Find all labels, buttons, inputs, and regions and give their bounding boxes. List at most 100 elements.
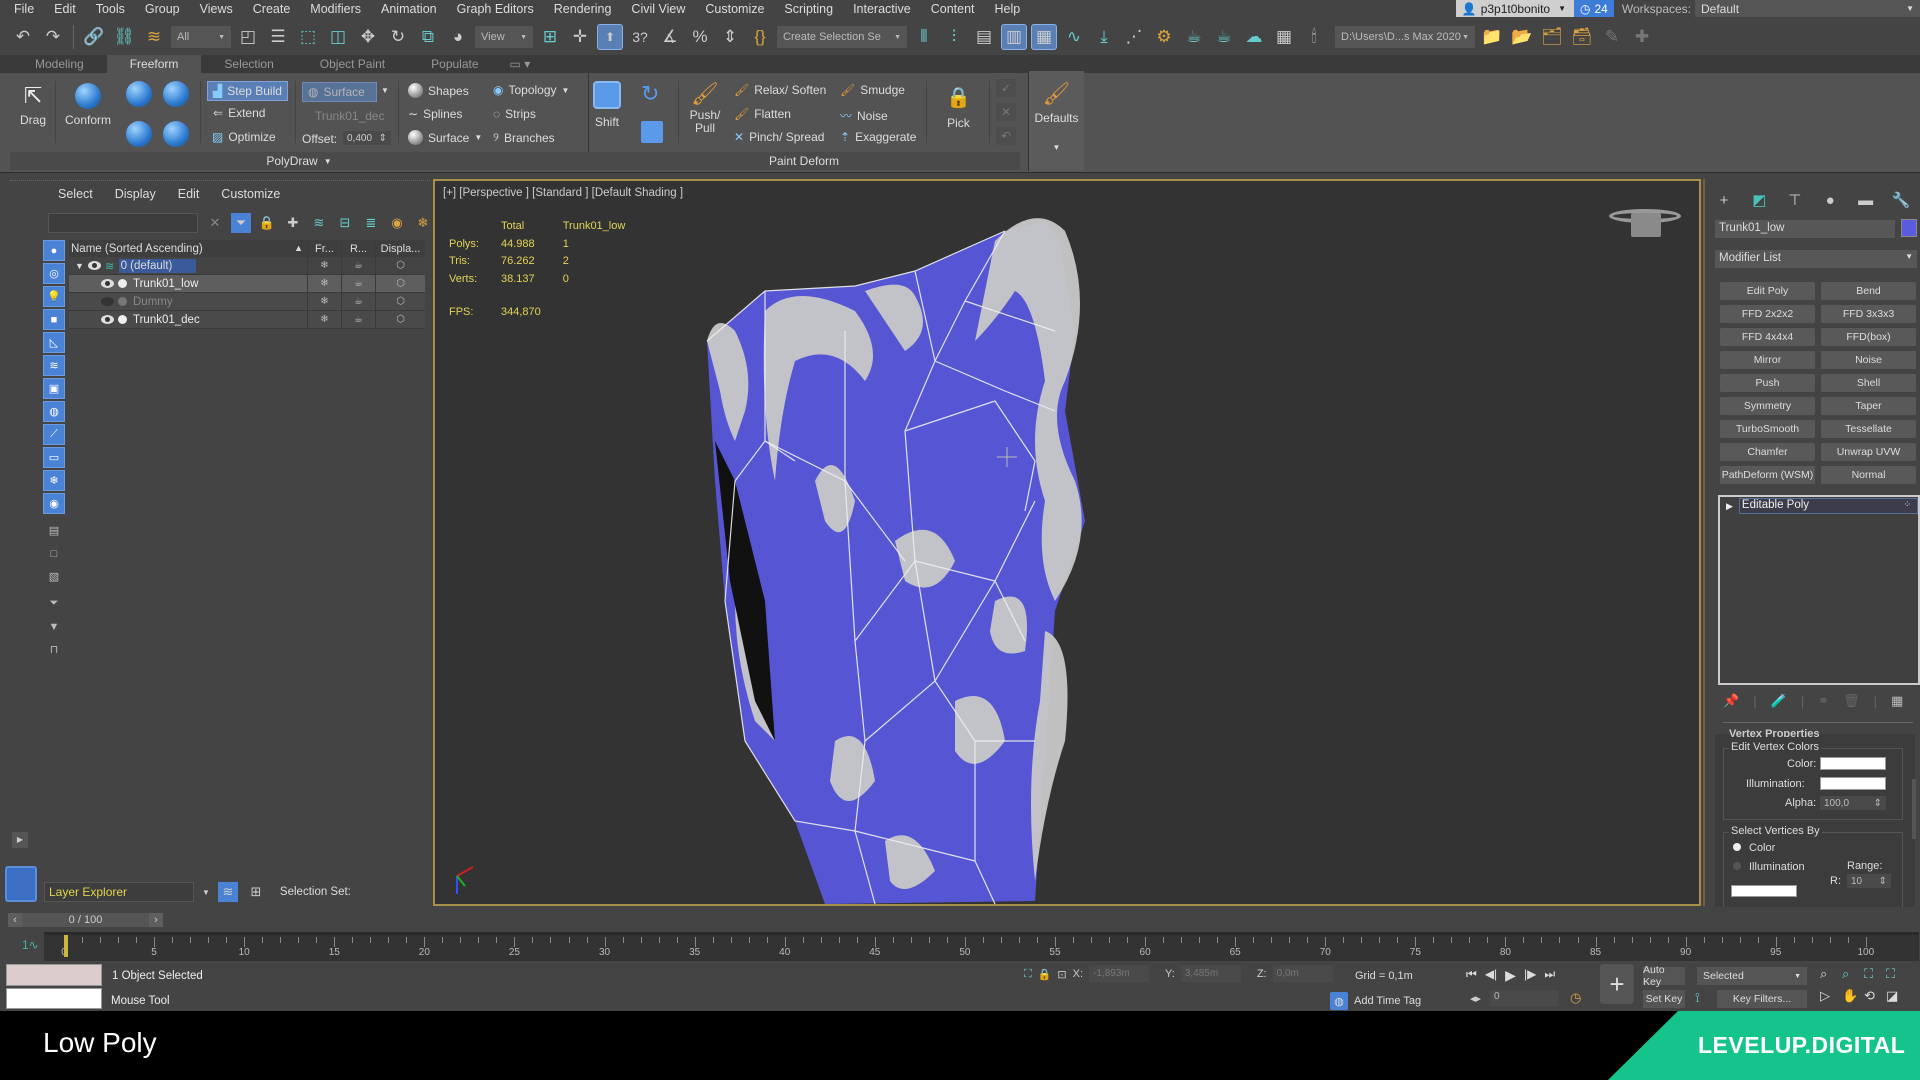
shift-scale-button[interactable] [641,121,663,143]
optimize-button[interactable]: ▨ Optimize [212,130,276,144]
render-toggle[interactable]: ☕ [341,275,375,292]
unlink-button[interactable]: ⛓ [111,24,137,50]
conform-button[interactable]: Conform [65,83,111,127]
offset-spinner[interactable]: 0,400 ⇕ [343,131,391,145]
perspective-viewport[interactable]: [+] [Perspective ] [Standard ] [Default … [433,179,1701,906]
display-all-button[interactable]: ▤ [43,520,65,541]
surface-pick-button[interactable]: ◍ Surface [302,82,377,102]
menu-modifiers[interactable]: Modifiers [300,2,371,16]
drag-button[interactable]: ⇱ Drag [20,83,46,127]
percent-snap-button[interactable]: % [687,24,713,50]
pan-view-button[interactable]: ✋ [1842,988,1864,1004]
shapes-button[interactable]: Shapes [408,83,469,98]
menu-help[interactable]: Help [985,2,1031,16]
maximize-viewport-button[interactable]: ◪ [1886,988,1908,1004]
tab-populate[interactable]: Populate [408,55,501,73]
pinch-spread-button[interactable]: ✕ Pinch/ Spread [734,130,824,144]
modifier-button[interactable]: Push [1720,374,1815,392]
field-of-view-button[interactable]: ▷ [1820,988,1842,1004]
modifier-button[interactable]: FFD 2x2x2 [1720,305,1815,323]
command-panel-scrollbar[interactable] [1912,779,1916,839]
curve-editor-toggle[interactable]: 1∿ [22,938,39,952]
extend-button[interactable]: ⇐ Extend [213,106,265,120]
user-account-button[interactable]: 👤 p3p1t0bonito ▼ [1455,0,1575,17]
defaults-button[interactable]: 🖌 Defaults ▼ [1028,71,1084,171]
table-row[interactable]: Trunk01_low ❄ ☕ ⬡ [69,275,425,293]
viewcube-box[interactable] [1631,213,1661,237]
undo-button[interactable]: ↶ [10,24,36,50]
filter-groups-button[interactable]: ▣ [43,378,65,399]
render-setup-button[interactable]: ⚙ [1151,24,1177,50]
material-editor-button[interactable]: 🕯 [1301,24,1327,50]
snaps-toggle-button[interactable]: 3? [627,24,653,50]
container-filter-button[interactable]: ⊓ [43,639,65,660]
time-configuration-button[interactable]: ◷ [1570,990,1581,1006]
hierarchy-sort-button[interactable]: ⊞ [246,882,266,902]
tab-modeling[interactable]: Modeling [12,55,107,73]
add-time-tag-button[interactable]: ◍ Add Time Tag [1330,992,1421,1010]
next-key-button[interactable]: |▶ [1524,967,1536,984]
relax-soften-button[interactable]: 🖌 Relax/ Soften [734,83,826,97]
angle-snap-button[interactable]: ∡ [657,24,683,50]
conform-rotate-button[interactable] [163,81,189,107]
polydraw-panel-footer[interactable]: PolyDraw ▼ [10,152,588,170]
menu-tools[interactable]: Tools [86,2,135,16]
filter-hidden-button[interactable]: ◉ [43,493,65,514]
strips-button[interactable]: ◌ Strips [493,107,536,121]
zoom-extents-all-button[interactable]: ⛶ [1886,966,1908,982]
modifier-button[interactable]: Tessellate [1821,420,1916,438]
orbit-button[interactable]: ⟲ [1864,988,1886,1004]
menu-edit[interactable]: Edit [44,2,86,16]
filter-xrefs-button[interactable]: ◍ [43,401,65,422]
key-tangents-button[interactable]: ⟟ [1695,990,1700,1006]
commit-button[interactable]: ✓ [996,79,1016,97]
select-by-name-button[interactable]: ☰ [265,24,291,50]
layer-explorer-toggle-button[interactable]: ▥ [1001,24,1027,50]
tab-hierarchy[interactable]: ⊤ [1781,189,1809,211]
time-slider[interactable]: ‹ 0 / 100 › [8,913,163,927]
link-button[interactable]: 🔗 [81,24,107,50]
named-selection-set-dropdown[interactable]: Create Selection Se ▼ [777,26,907,48]
viewcube[interactable] [1609,205,1681,241]
modifier-button[interactable]: FFD(box) [1821,328,1916,346]
project-structure-button[interactable]: 🗂 [1539,24,1565,50]
current-frame-marker[interactable] [64,935,68,957]
bind-spacewarp-button[interactable]: ≋ [141,24,167,50]
modifier-button[interactable]: Bend [1821,282,1916,300]
rollout-title[interactable]: Vertex Properties [1729,728,1820,737]
menu-file[interactable]: File [0,2,44,16]
menu-customize[interactable]: Customize [695,2,774,16]
ribbon-options-button[interactable]: ▭ ▾ [502,55,539,73]
noise-button[interactable]: 〰 Noise [840,107,888,124]
object-color-swatch[interactable] [1901,219,1917,237]
layer-sort-button[interactable]: ≋ [217,882,238,902]
menu-views[interactable]: Views [190,2,243,16]
toggle-ribbon-button[interactable]: ▦ [1031,24,1057,50]
pin-stack-button[interactable]: 📌 [1723,693,1739,709]
alpha-spinner[interactable]: 100,0 ⇕ [1820,796,1886,810]
select-color-swatch[interactable] [1731,885,1797,897]
prev-frame-button[interactable]: ‹ [8,913,22,927]
shift-rotate-button[interactable]: ↻ [641,81,659,107]
remove-modifier-button[interactable]: 🗑 [1843,693,1860,709]
y-coordinate-field[interactable]: 3,485m [1180,966,1241,982]
zoom-all-button[interactable]: ⌕ [1842,966,1864,982]
freeze-toggle[interactable]: ❄ [307,293,341,310]
project-folder-dropdown[interactable]: D:\Users\D...s Max 2020 ▼ [1335,26,1475,48]
go-to-end-button[interactable]: ⏭ [1544,967,1555,984]
create-layer-button[interactable]: ✚ [283,213,303,233]
tab-freeform[interactable]: Freeform [106,55,202,73]
render-production-button[interactable]: ☕ [1211,24,1237,50]
modifier-button[interactable]: FFD 4x4x4 [1720,328,1815,346]
reference-coord-dropdown[interactable]: View ▼ [475,26,533,48]
selection-lock-button[interactable]: 🔒 [1038,968,1052,981]
stack-item[interactable]: ▶ Editable Poly ⁘ [1720,497,1918,515]
tab-modify[interactable]: ◩ [1745,189,1773,211]
tab-create[interactable]: + [1710,189,1738,211]
lock-button[interactable]: 🔒 [257,213,277,233]
expand-triangle-icon[interactable]: ▼ [75,261,84,271]
viewport-layout-button[interactable] [5,866,37,902]
zoom-button[interactable]: ⌕ [1820,966,1842,982]
table-row[interactable]: Trunk01_dec ❄ ☕ ⬡ [69,311,425,329]
filter-spacewarps-button[interactable]: ≋ [43,355,65,376]
